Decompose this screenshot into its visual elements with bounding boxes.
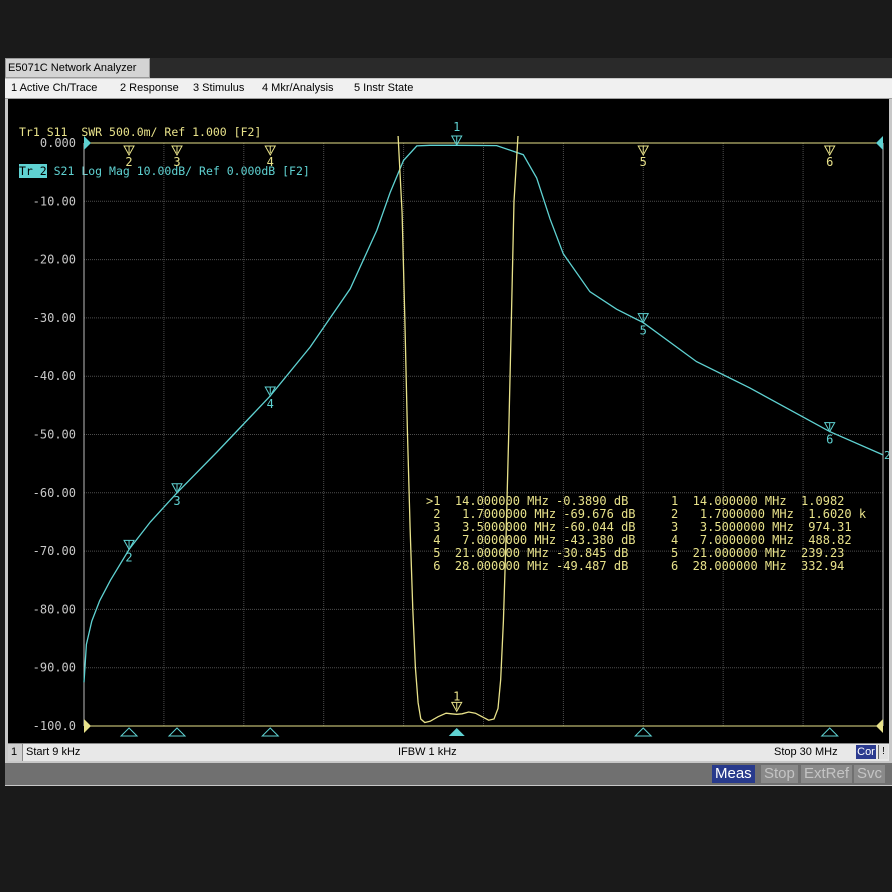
marker-3-s21-label: 3 xyxy=(173,494,180,508)
y-tick-label: -80.00 xyxy=(33,602,76,616)
y-tick-label: -90.00 xyxy=(33,661,76,675)
marker-6-s11-label: 6 xyxy=(826,155,833,169)
y-tick-label: -60.00 xyxy=(33,486,76,500)
marker-6-stimulus-indicator xyxy=(820,727,839,737)
marker-5-s21-label: 5 xyxy=(640,324,647,338)
meas-softkey[interactable]: Meas xyxy=(712,765,755,783)
marker-2-s21-label: 2 xyxy=(125,550,132,564)
marker-1-label: 1 xyxy=(453,120,460,134)
marker-1-s11-label: 1 xyxy=(453,689,460,703)
y-tick-label: -100.0 xyxy=(33,719,76,733)
if-bandwidth[interactable]: IFBW 1 kHz xyxy=(398,746,457,758)
analyzer-window: E5071C Network Analyzer 1 Active Ch/Trac… xyxy=(5,58,892,786)
ref-level-arrow-left-top xyxy=(84,136,91,150)
start-frequency[interactable]: Start 9 kHz xyxy=(26,746,80,758)
menu-mkr-analysis[interactable]: 4 Mkr/Analysis xyxy=(262,82,334,94)
marker-readout-s11-row: 4 7.0000000 MHz 488.82 xyxy=(671,533,852,547)
channel-number-box: 1 xyxy=(8,744,23,761)
correction-badge: Cor xyxy=(856,745,876,759)
active-marker-stimulus-indicator xyxy=(448,728,465,736)
stop-frequency[interactable]: Stop 30 MHz xyxy=(774,746,838,758)
menu-response[interactable]: 2 Response xyxy=(120,82,179,94)
marker-readout-s11-row: 3 3.5000000 MHz 974.31 xyxy=(671,520,852,534)
marker-2-stimulus-indicator xyxy=(119,727,139,737)
trace-2-end-label: 2 xyxy=(884,449,889,462)
marker-readout-s21-row: 6 28.000000 MHz -49.487 dB xyxy=(426,559,628,573)
ref-level-arrow-left-bottom xyxy=(84,719,91,733)
y-tick-label: -70.00 xyxy=(33,544,76,558)
marker-readout-s21-row: 4 7.0000000 MHz -43.380 dB xyxy=(426,533,636,547)
window-title: E5071C Network Analyzer xyxy=(8,62,137,74)
marker-readout-s21-row: >1 14.000000 MHz -0.3890 dB xyxy=(426,494,628,508)
measurement-screen[interactable]: Tr1 S11 SWR 500.0m/ Ref 1.000 [F2] Tr 2 … xyxy=(8,99,889,743)
y-tick-label: -30.00 xyxy=(33,311,76,325)
marker-readout-s11-row: 5 21.000000 MHz 239.23 xyxy=(671,546,844,560)
marker-readout-s21-row: 5 21.000000 MHz -30.845 dB xyxy=(426,546,628,560)
y-tick-label: -20.00 xyxy=(33,253,76,267)
marker-4-stimulus-indicator xyxy=(261,727,280,737)
ref-level-arrow-right-top xyxy=(876,136,883,150)
marker-5-stimulus-indicator xyxy=(634,727,653,737)
softkey-bar: Meas Stop ExtRef Svc xyxy=(5,763,892,785)
extref-softkey[interactable]: ExtRef xyxy=(801,765,853,783)
marker-5-s11-label: 5 xyxy=(640,155,647,169)
titlebar-background xyxy=(150,58,892,78)
window-titlebar[interactable]: E5071C Network Analyzer xyxy=(5,58,150,78)
ref-level-arrow-right-bottom xyxy=(876,719,883,733)
y-tick-label: -40.00 xyxy=(33,369,76,383)
menu-bar: 1 Active Ch/Trace 2 Response 3 Stimulus … xyxy=(5,79,892,99)
y-tick-label: -50.00 xyxy=(33,428,76,442)
network-analyzer-graph: 0.000 -10.00 -20.00 -30.00 -40.00 -50.00 -60.0… xyxy=(33,120,889,737)
status-alert-badge: ! xyxy=(878,745,888,759)
marker-readout-s21-row: 2 1.7000000 MHz -69.676 dB xyxy=(426,507,636,521)
menu-stimulus[interactable]: 3 Stimulus xyxy=(193,82,244,94)
menu-instr-state[interactable]: 5 Instr State xyxy=(354,82,413,94)
marker-readout-s21-row: 3 3.5000000 MHz -60.044 dB xyxy=(426,520,636,534)
channel-number: 1 xyxy=(11,746,18,758)
y-tick-label: 0.000 xyxy=(40,136,76,150)
marker-readout-s11-row: 1 14.000000 MHz 1.0982 xyxy=(671,494,844,508)
menu-active-ch-trace[interactable]: 1 Active Ch/Trace xyxy=(11,82,97,94)
marker-3-stimulus-indicator xyxy=(167,727,187,737)
marker-4-s11-label: 4 xyxy=(267,155,274,169)
marker-6-s21-label: 6 xyxy=(826,433,833,447)
marker-2-s11-label: 2 xyxy=(125,155,132,169)
marker-readout-s11-row: 6 28.000000 MHz 332.94 xyxy=(671,559,844,573)
status-bar: 1 Start 9 kHz IFBW 1 kHz Stop 30 MHz Cor… xyxy=(8,743,889,761)
y-tick-label: -10.00 xyxy=(33,194,76,208)
marker-4-s21-label: 4 xyxy=(267,397,274,411)
marker-3-s11-label: 3 xyxy=(173,155,180,169)
svc-softkey[interactable]: Svc xyxy=(854,765,886,783)
marker-readout-s11-row: 2 1.7000000 MHz 1.6020 k xyxy=(671,507,867,521)
s11-swr-trace xyxy=(397,135,519,724)
stop-softkey[interactable]: Stop xyxy=(761,765,798,783)
